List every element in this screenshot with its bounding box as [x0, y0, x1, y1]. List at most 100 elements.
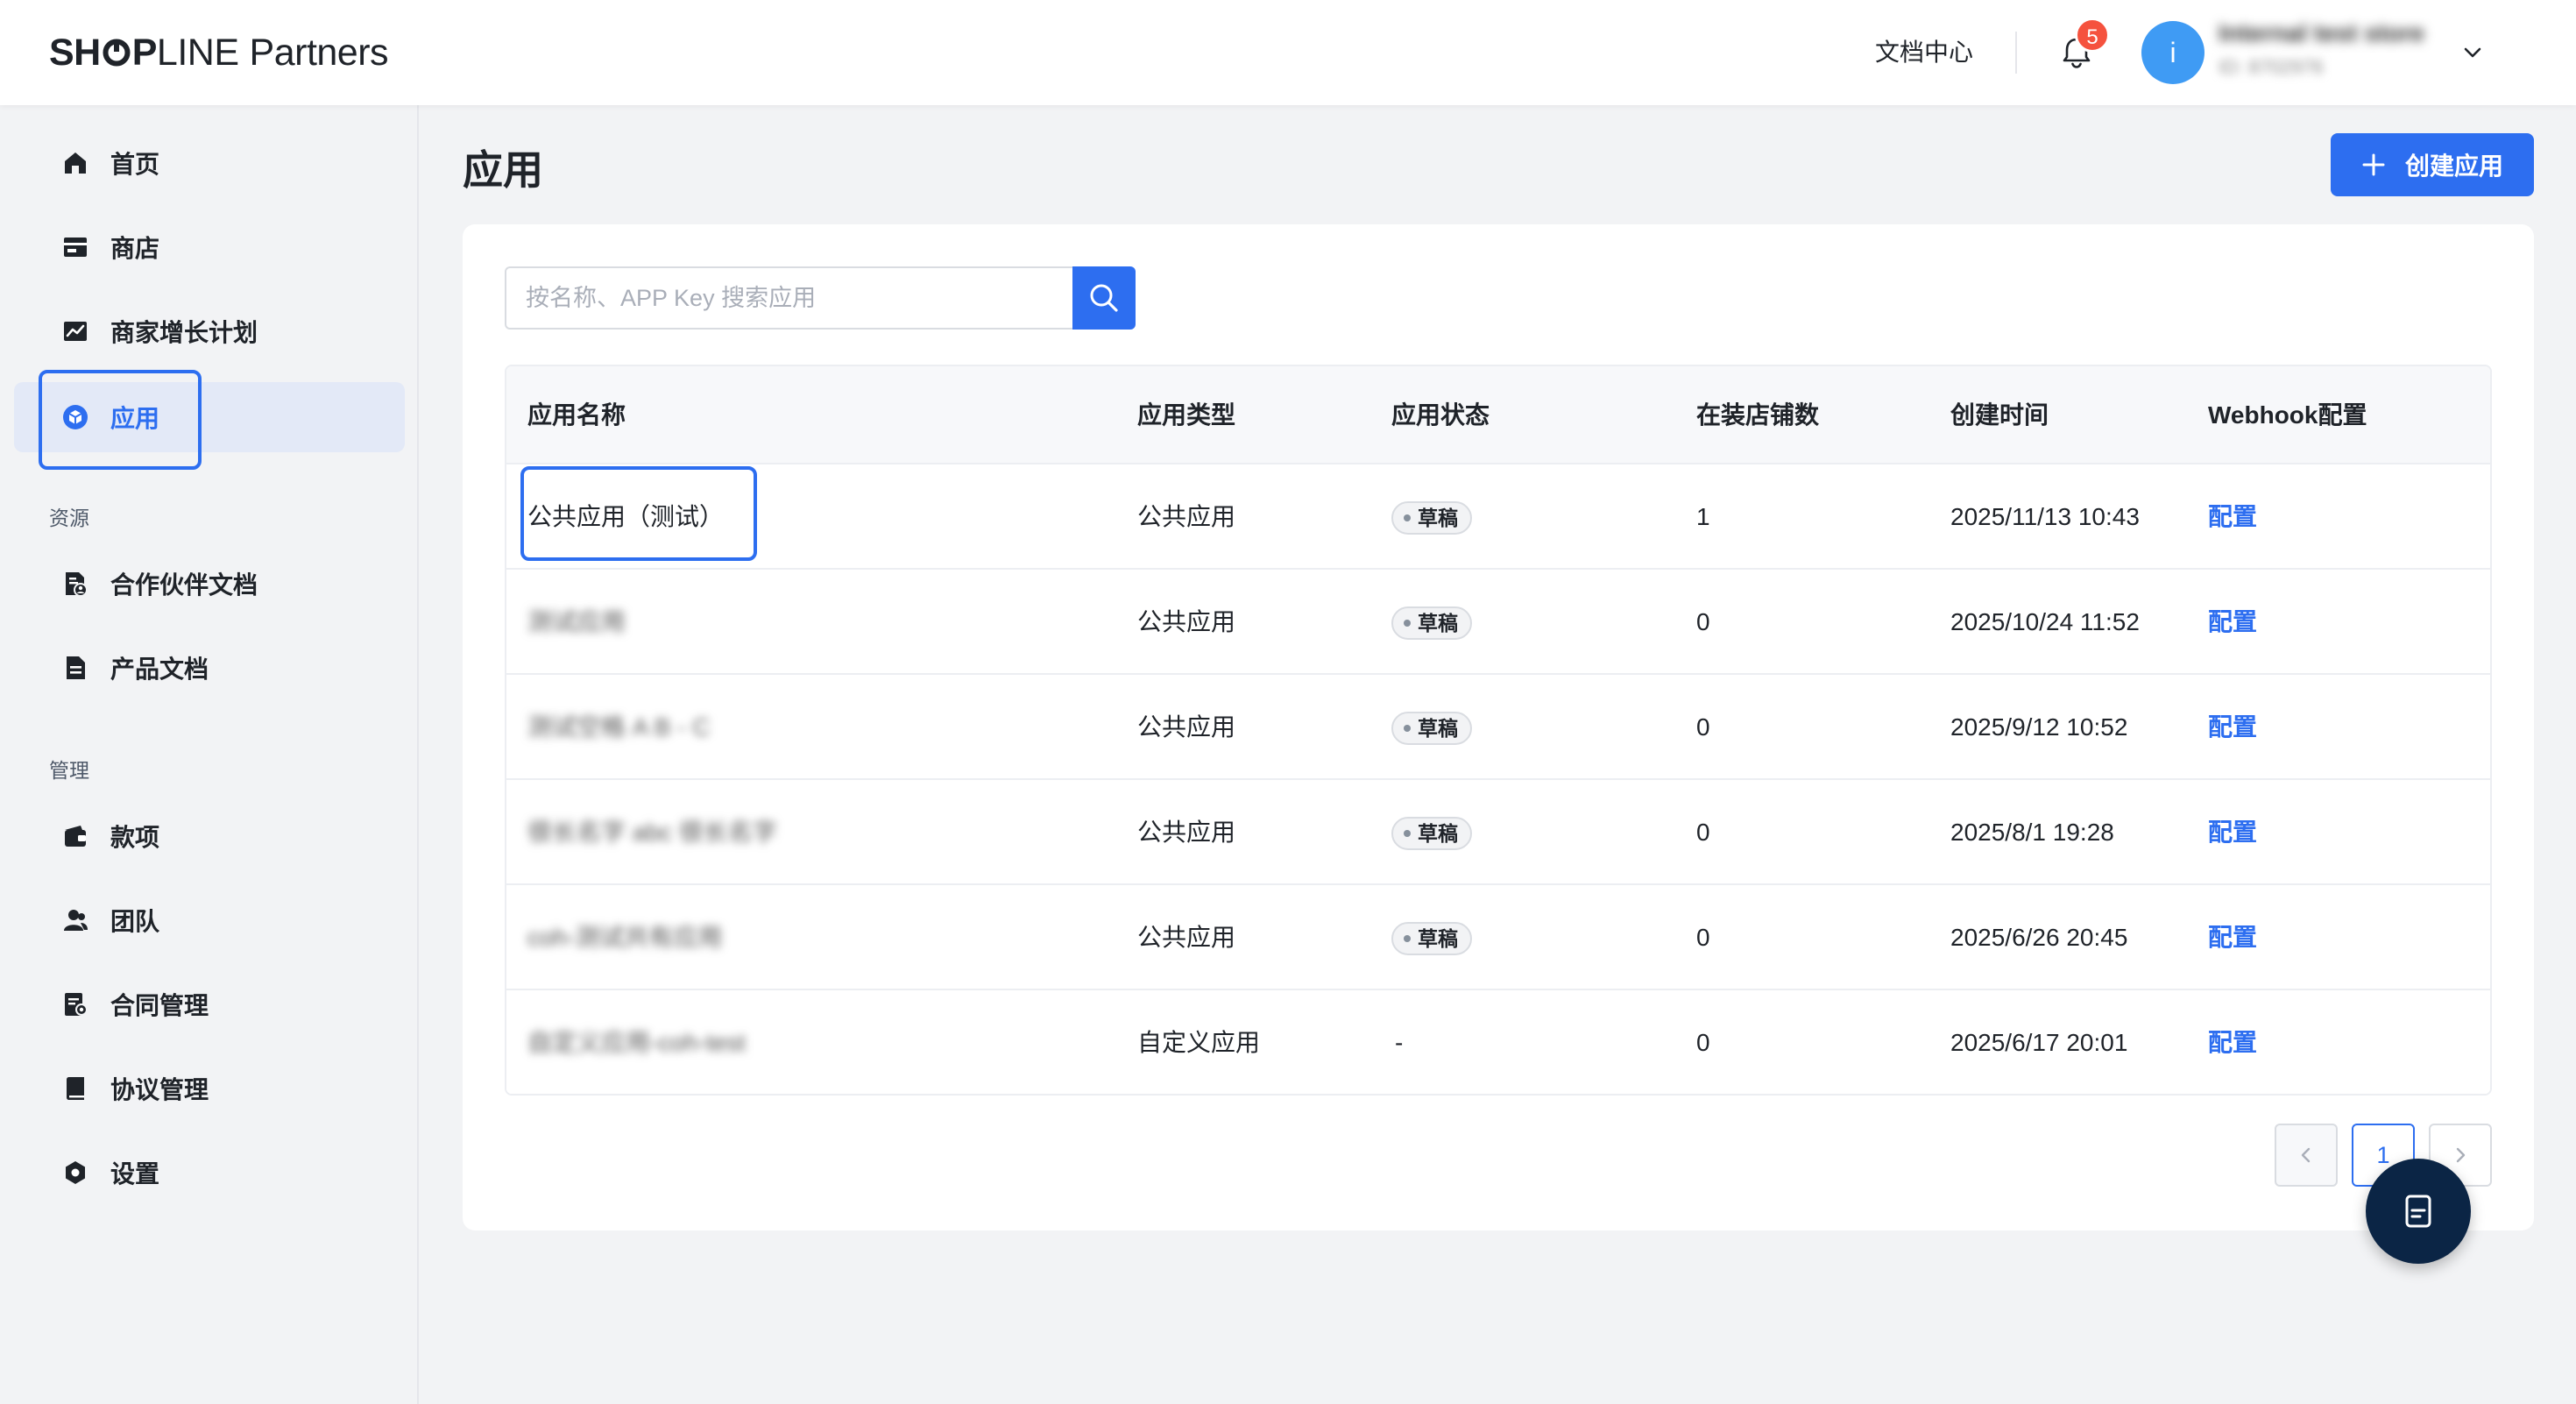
install-count: 0	[1696, 608, 1710, 635]
sidebar-item-apps[interactable]: 应用	[14, 382, 405, 452]
status-badge-label: 草稿	[1418, 717, 1458, 740]
app-type: 公共应用	[1137, 924, 1236, 951]
sidebar-item-agreements[interactable]: 协议管理	[14, 1053, 405, 1124]
settings-icon	[60, 1157, 91, 1188]
webhook-config-link[interactable]: 配置	[2208, 780, 2257, 885]
search-button[interactable]	[1072, 266, 1136, 330]
sidebar-item-label: 合同管理	[110, 992, 209, 1019]
sidebar-item-contracts[interactable]: 合同管理	[14, 969, 405, 1039]
sidebar-item-label: 协议管理	[110, 1076, 209, 1103]
created-time: 2025/8/1 19:28	[1950, 819, 2114, 846]
doc-center-link[interactable]: 文档中心	[1875, 33, 1973, 72]
webhook-config-link[interactable]: 配置	[2208, 990, 2257, 1094]
chevron-down-icon[interactable]	[2459, 39, 2487, 67]
status-badge: 草稿	[1391, 922, 1472, 955]
column-header-installs: 在装店铺数	[1696, 401, 1820, 429]
agreement-icon	[60, 1073, 91, 1104]
sidebar-item-label: 产品文档	[110, 656, 209, 683]
app-type: 公共应用	[1137, 503, 1236, 530]
shopline-partners-logo[interactable]: SH P LINE Partners	[49, 30, 389, 75]
table-row[interactable]: coh-测试共有应用 公共应用 草稿 0 2025/6/26 20:45 配置	[506, 885, 2490, 990]
wallet-icon	[60, 820, 91, 852]
pagination-prev-button[interactable]	[2275, 1124, 2338, 1187]
search-icon	[1090, 284, 1118, 312]
status-dot-icon	[1404, 514, 1411, 521]
webhook-config-link[interactable]: 配置	[2208, 464, 2257, 570]
app-type: 公共应用	[1137, 819, 1236, 846]
growth-chart-icon	[60, 316, 91, 347]
store-icon	[60, 231, 91, 263]
header-divider	[2015, 32, 2017, 74]
column-header-created: 创建时间	[1950, 401, 2049, 429]
created-time: 2025/9/12 10:52	[1950, 713, 2128, 741]
avatar[interactable]: i	[2141, 21, 2204, 84]
sidebar-item-store[interactable]: 商店	[14, 212, 405, 282]
sidebar-section-resources: 资源	[49, 507, 89, 529]
sidebar-item-settings[interactable]: 设置	[14, 1138, 405, 1208]
sidebar-item-partner-docs[interactable]: 合作伙伴文档	[14, 549, 405, 619]
status-badge: 草稿	[1391, 712, 1472, 745]
webhook-config-link[interactable]: 配置	[2208, 675, 2257, 780]
sidebar-item-label: 合作伙伴文档	[110, 571, 258, 599]
table-row[interactable]: 很长名字 abc 很长名字 公共应用 草稿 0 2025/8/1 19:28 配…	[506, 780, 2490, 885]
logo-text-partners: Partners	[249, 31, 389, 74]
sidebar-item-product-docs[interactable]: 产品文档	[14, 633, 405, 703]
table-row[interactable]: 自定义应用-coh-test 自定义应用 - 0 2025/6/17 20:01…	[506, 990, 2490, 1094]
page-title: 应用	[463, 147, 543, 193]
sidebar-item-label: 款项	[110, 824, 160, 851]
status-badge-label: 草稿	[1418, 822, 1458, 845]
sidebar-item-payments[interactable]: 款项	[14, 801, 405, 871]
sidebar-item-team[interactable]: 团队	[14, 885, 405, 955]
status-badge: 草稿	[1391, 817, 1472, 850]
sidebar-item-label: 商店	[110, 235, 160, 262]
install-count: 0	[1696, 819, 1710, 846]
app-name[interactable]: 自定义应用-coh-test	[527, 990, 746, 1094]
partner-doc-icon	[60, 568, 91, 599]
sidebar-item-label: 设置	[110, 1160, 160, 1188]
column-header-app-status: 应用状态	[1391, 401, 1490, 429]
app-type: 公共应用	[1137, 713, 1236, 741]
column-header-app-name: 应用名称	[527, 401, 626, 429]
created-time: 2025/11/13 10:43	[1950, 503, 2140, 530]
table-row[interactable]: 测试应用 公共应用 草稿 0 2025/10/24 11:52 配置	[506, 570, 2490, 675]
status-badge-label: 草稿	[1418, 927, 1458, 950]
webhook-config-link[interactable]: 配置	[2208, 570, 2257, 675]
apps-table: 应用名称 应用类型 应用状态 在装店铺数 创建时间 Webhook配置 公共应用…	[505, 365, 2492, 1096]
created-time: 2025/6/26 20:45	[1950, 924, 2128, 951]
sidebar-item-growth-plan[interactable]: 商家增长计划	[14, 296, 405, 366]
install-count: 0	[1696, 924, 1710, 951]
status-dot-icon	[1404, 725, 1411, 732]
team-icon	[60, 904, 91, 936]
sidebar-section-manage: 管理	[49, 759, 89, 782]
plus-icon	[2362, 153, 2385, 176]
status-badge: 草稿	[1391, 606, 1472, 640]
app-type: 自定义应用	[1137, 1029, 1261, 1056]
app-name[interactable]: 公共应用（测试）	[527, 464, 724, 570]
status-dot-icon	[1404, 620, 1411, 627]
document-icon	[2405, 1195, 2431, 1228]
app-status-text: -	[1395, 1029, 1404, 1056]
app-name[interactable]: 测试应用	[527, 570, 626, 675]
create-app-button[interactable]: 创建应用	[2331, 133, 2534, 196]
logo-text-line: LINE	[156, 31, 239, 74]
table-row[interactable]: 测试空格 A B - C 公共应用 草稿 0 2025/9/12 10:52 配…	[506, 675, 2490, 780]
app-name[interactable]: 很长名字 abc 很长名字	[527, 780, 777, 885]
sidebar-item-home[interactable]: 首页	[14, 128, 405, 198]
app-cube-icon	[60, 401, 91, 433]
search-input[interactable]	[505, 266, 1072, 330]
status-dot-icon	[1404, 830, 1411, 837]
account-name[interactable]: Internal test store	[2219, 19, 2464, 51]
status-dot-icon	[1404, 935, 1411, 942]
install-count: 0	[1696, 1029, 1710, 1056]
install-count: 0	[1696, 713, 1710, 741]
account-id: ID: 8702976	[2219, 56, 2324, 78]
app-name[interactable]: coh-测试共有应用	[527, 885, 722, 990]
sidebar-item-label: 首页	[110, 151, 160, 178]
top-header: SH P LINE Partners 文档中心 5 i Internal tes…	[0, 0, 2576, 105]
table-row[interactable]: 公共应用（测试） 公共应用 草稿 1 2025/11/13 10:43 配置	[506, 464, 2490, 570]
logo-o-mark-icon	[103, 39, 131, 67]
app-name[interactable]: 测试空格 A B - C	[527, 675, 710, 780]
floating-help-button[interactable]	[2366, 1159, 2471, 1264]
webhook-config-link[interactable]: 配置	[2208, 885, 2257, 990]
sidebar: 首页 商店 商家增长计划 应用 资源 合作伙伴文档 产品文档 管理 款项 团队 …	[0, 105, 419, 1404]
